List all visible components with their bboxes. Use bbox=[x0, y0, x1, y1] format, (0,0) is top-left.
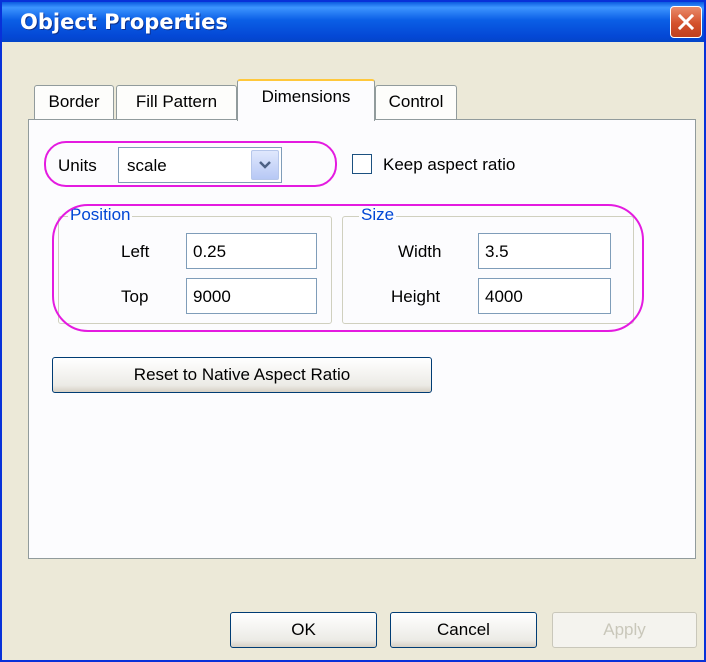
apply-button-label: Apply bbox=[603, 620, 646, 639]
units-highlight bbox=[44, 141, 337, 187]
close-icon bbox=[677, 13, 695, 31]
tab-fill-pattern[interactable]: Fill Pattern bbox=[116, 85, 237, 121]
tab-label: Dimensions bbox=[261, 87, 351, 106]
keep-aspect-label: Keep aspect ratio bbox=[383, 155, 516, 174]
tab-control[interactable]: Control bbox=[375, 85, 457, 121]
ok-button[interactable]: OK bbox=[230, 612, 377, 648]
tab-border[interactable]: Border bbox=[34, 85, 114, 121]
apply-button[interactable]: Apply bbox=[552, 612, 697, 648]
tab-dimensions[interactable]: Dimensions bbox=[237, 79, 375, 121]
cancel-button[interactable]: Cancel bbox=[390, 612, 537, 648]
dimensions-highlight bbox=[52, 204, 644, 332]
tab-label: Border bbox=[48, 92, 100, 111]
cancel-button-label: Cancel bbox=[437, 620, 490, 639]
keep-aspect-checkbox[interactable] bbox=[352, 154, 372, 174]
window-title: Object Properties bbox=[20, 10, 228, 34]
dialog-window: Object Properties Border Fill Pattern Di… bbox=[0, 0, 706, 662]
title-bar[interactable]: Object Properties bbox=[2, 2, 704, 42]
close-button[interactable] bbox=[670, 6, 702, 38]
ok-button-label: OK bbox=[291, 620, 316, 639]
reset-aspect-ratio-button[interactable]: Reset to Native Aspect Ratio bbox=[52, 357, 432, 393]
tab-label: Control bbox=[388, 92, 444, 111]
reset-button-label: Reset to Native Aspect Ratio bbox=[133, 365, 351, 384]
tab-label: Fill Pattern bbox=[135, 92, 218, 111]
